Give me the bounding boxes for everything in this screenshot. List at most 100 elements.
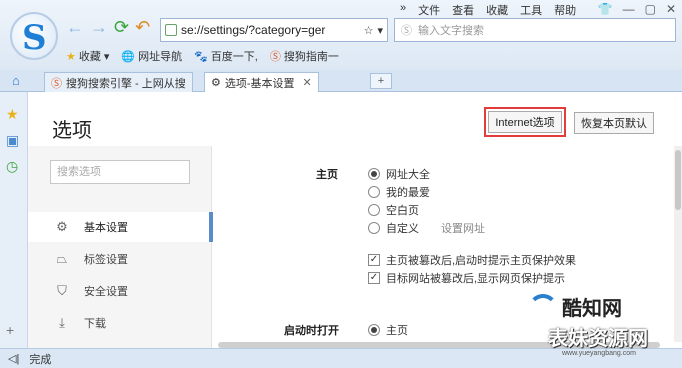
sogou-icon: Ⓢ [269,51,281,63]
sogou-icon: Ⓢ [51,77,62,90]
category-label: 安全设置 [84,286,128,298]
category-security[interactable]: ⛉ 安全设置 [28,276,212,306]
bookmark-baidu[interactable]: 🐾 百度一下, [194,48,258,64]
nav-buttons: ← → ⟳ ↶ [66,18,150,36]
radio-button[interactable] [368,204,380,216]
radio-button[interactable] [368,186,380,198]
close-icon[interactable]: ✕ [666,2,676,16]
menu-view[interactable]: 查看 [452,2,474,18]
shield-icon: ⛉ [57,283,67,298]
homepage-label: 主页 [316,169,338,181]
notes-icon[interactable]: ▣ [6,132,19,149]
checkbox[interactable]: ✓ [368,254,380,266]
side-toolbar: ★ ▣ ◷ + [0,92,28,348]
globe-icon: 🌐 [121,50,136,63]
check-label: 主页被篡改后,启动时提示主页保护效果 [386,255,577,267]
homepage-option[interactable]: 自定义 设置网址 [368,220,485,236]
gear-icon: ⚙ [211,77,221,89]
sogou-logo: S [10,12,58,60]
radio-button[interactable] [368,324,380,336]
homepage-option[interactable]: 网址大全 [368,166,430,182]
tab-icon: ⏢ [56,251,68,266]
clock-icon[interactable]: ◷ [6,158,18,175]
tab-label: 选项-基本设置 [224,77,295,90]
category-label: 下载 [84,318,106,330]
scroll-thumb[interactable] [675,150,681,210]
menu-file[interactable]: 文件 [418,2,440,18]
category-label: 基本设置 [84,222,128,234]
home-icon[interactable]: ⌂ [12,73,20,88]
browser-toolbar: S » 文件 查看 收藏 工具 帮助 👕 — ▢ ✕ ← → ⟳ ↶ se://… [0,0,682,70]
menu-favorites[interactable]: 收藏 [486,2,508,18]
address-dropdown-icon[interactable]: ▾ [377,24,383,37]
star-icon: ★ [66,50,76,63]
internet-options-button[interactable]: Internet选项 [488,111,562,133]
set-url-link[interactable]: 设置网址 [441,220,485,236]
category-download[interactable]: ⤓ 下载 [28,308,212,338]
menu-bar: » 文件 查看 收藏 工具 帮助 [400,2,576,18]
paw-icon: 🐾 [194,50,208,63]
tab-settings[interactable]: ⚙ 选项-基本设置 ✕ [204,72,319,92]
tab-label: 搜狗搜索引擎 - 上网从搜 [66,77,186,90]
option-label: 我的最爱 [386,187,430,199]
chevron-down-icon[interactable]: ▾ [104,50,110,63]
search-box[interactable]: Ⓢ 输入文字搜索 [394,18,676,42]
check-label: 目标网站被篡改后,显示网页保护提示 [386,273,566,285]
maximize-icon[interactable]: ▢ [645,2,656,16]
bookmark-favorites[interactable]: ★ 收藏 ▾ [66,48,109,64]
add-icon[interactable]: + [6,322,14,338]
bookmarks-bar: ★ 收藏 ▾ 🌐 网址导航 🐾 百度一下, Ⓢ 搜狗指南一 [66,48,339,64]
option-label: 空白页 [386,205,419,217]
menu-tools[interactable]: 工具 [520,2,542,18]
category-tabs[interactable]: ⏢ 标签设置 [28,244,212,274]
back-icon[interactable]: ← [66,18,84,36]
checkbox[interactable]: ✓ [368,272,380,284]
window-controls: 👕 — ▢ ✕ [598,2,676,16]
tab-sogou-search[interactable]: Ⓢ 搜狗搜索引擎 - 上网从搜 [44,72,193,92]
watermark-line1: 酷知网 [562,298,622,320]
startup-label: 启动时打开 [284,325,339,337]
bookmark-label: 网址导航 [138,51,183,63]
sidebar-toggle-icon[interactable]: ◁| [8,352,19,365]
bookmark-label: 搜狗指南一 [283,51,339,63]
address-text[interactable]: se://settings/?category=ger [181,23,360,37]
forward-icon[interactable]: → [90,18,108,36]
radio-button[interactable] [368,222,380,234]
tab-bar: ⌂ Ⓢ 搜狗搜索引擎 - 上网从搜 ⚙ 选项-基本设置 ✕ + [0,70,682,92]
refresh-icon[interactable]: ⟳ [114,18,129,36]
bookmark-label: 收藏 [78,51,101,63]
homepage-protect-check[interactable]: ✓ 主页被篡改后,启动时提示主页保护效果 [368,252,576,268]
category-basic[interactable]: ⚙ 基本设置 [28,212,213,242]
search-options-input[interactable] [50,160,190,184]
secure-icon [165,24,177,36]
option-label: 主页 [386,325,408,337]
minimize-icon[interactable]: — [623,2,635,16]
address-bar[interactable]: se://settings/?category=ger ☆ ▾ [160,18,388,42]
wifi-icon [528,294,558,324]
startup-option[interactable]: 主页 [368,322,408,338]
homepage-option[interactable]: 空白页 [368,202,419,218]
option-label: 自定义 [386,223,419,235]
favorite-star-icon[interactable]: ☆ [364,24,374,37]
homepage-option[interactable]: 我的最爱 [368,184,430,200]
menu-caret-icon[interactable]: » [400,2,406,18]
site-protect-check[interactable]: ✓ 目标网站被篡改后,显示网页保护提示 [368,270,565,286]
watermark-line2: 表妹资源网 [548,328,648,350]
category-panel: ⚙ 基本设置 ⏢ 标签设置 ⛉ 安全设置 ⤓ 下载 [28,146,213,348]
menu-help[interactable]: 帮助 [554,2,576,18]
new-tab-button[interactable]: + [370,73,392,89]
category-label: 标签设置 [84,254,128,266]
status-text: 完成 [29,353,52,366]
star-icon[interactable]: ★ [6,106,19,123]
search-placeholder[interactable]: 输入文字搜索 [418,22,484,38]
bookmark-label: 百度一下, [210,51,258,63]
reset-default-button[interactable]: 恢复本页默认 [574,112,654,134]
close-tab-icon[interactable]: ✕ [303,76,312,89]
undo-icon[interactable]: ↶ [135,18,150,36]
bookmark-nav[interactable]: 🌐 网址导航 [121,48,182,64]
skin-icon[interactable]: 👕 [598,2,613,16]
gear-icon: ⚙ [56,219,68,234]
internet-options-highlight: Internet选项 [484,107,566,137]
bookmark-sogou-guide[interactable]: Ⓢ 搜狗指南一 [270,48,339,64]
radio-button[interactable] [368,168,380,180]
